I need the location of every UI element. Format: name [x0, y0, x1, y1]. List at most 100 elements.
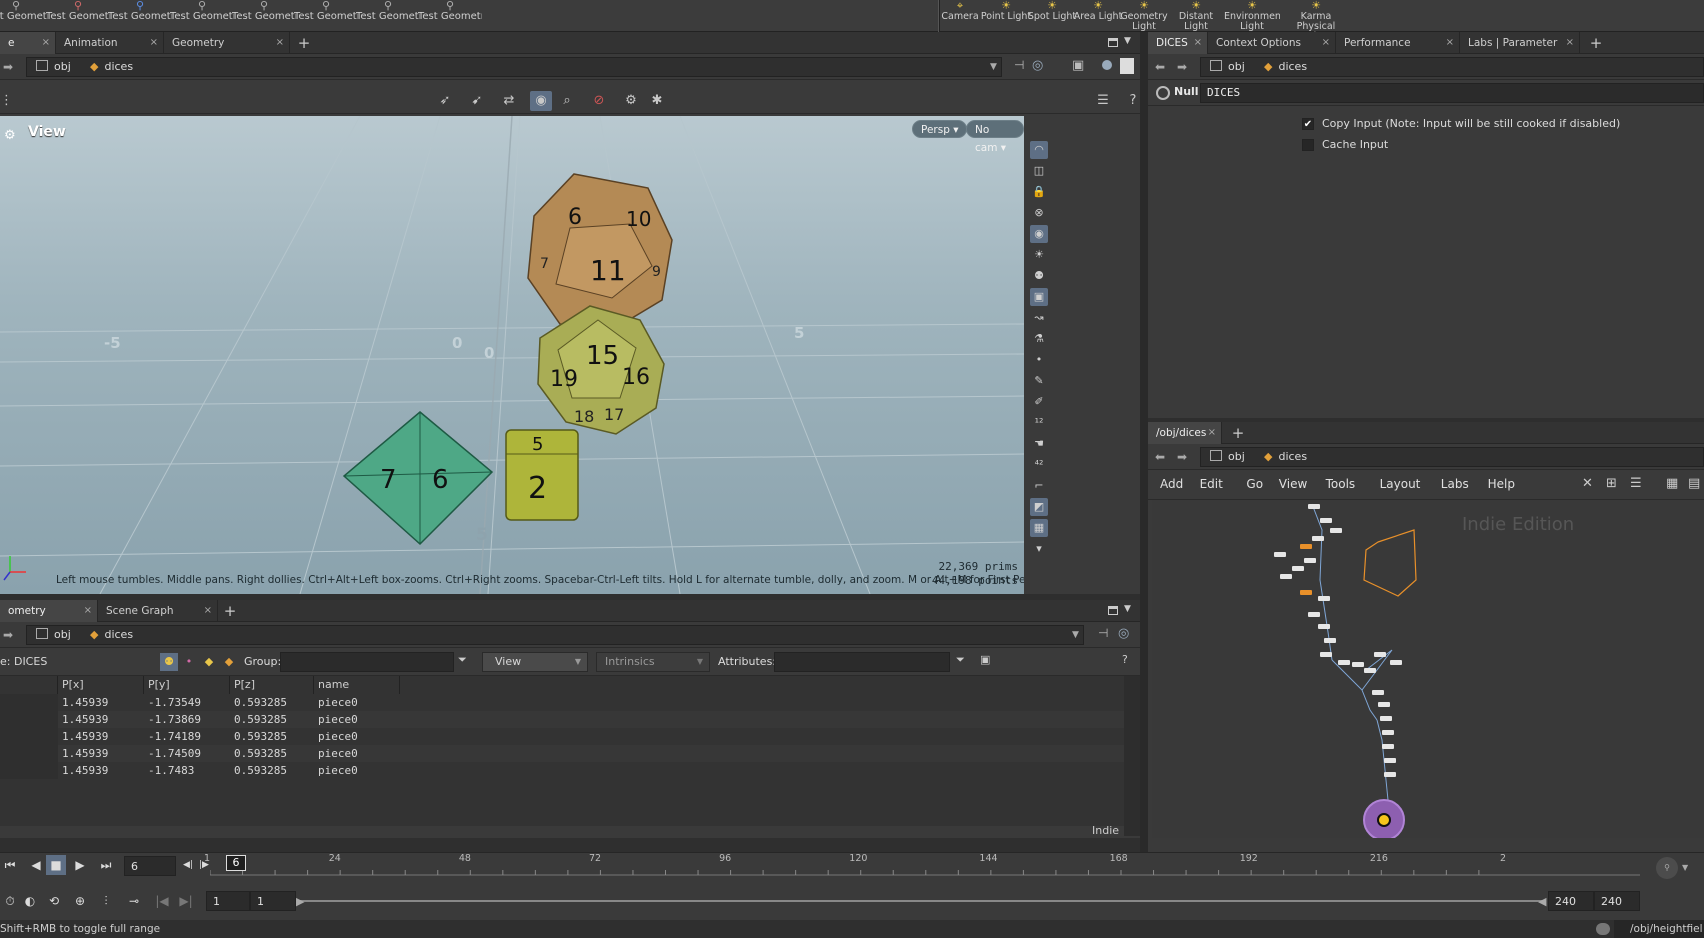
range-end-handle[interactable]: ◀: [1538, 895, 1546, 908]
shelf-light-tool[interactable]: ☀ Distant Light: [1168, 0, 1224, 32]
close-icon[interactable]: ×: [1566, 32, 1574, 54]
grip-icon[interactable]: ⋮: [0, 91, 13, 111]
display-options-icon[interactable]: ▣: [1072, 58, 1084, 73]
add-tab-icon[interactable]: +: [1588, 32, 1604, 54]
wireframe-icon[interactable]: ◠: [1030, 141, 1048, 159]
spreadsheet-splitter[interactable]: [0, 838, 1140, 852]
playhead-marker[interactable]: 6: [226, 855, 246, 871]
brush-icon[interactable]: ✐: [1030, 393, 1048, 411]
texture-icon[interactable]: ▦: [1030, 519, 1048, 537]
shelf-tool[interactable]: ⚲Test Geometry: T...: [294, 0, 358, 32]
table-row[interactable]: 1.45939 -1.73549 0.593285 piece0: [0, 694, 1124, 711]
shelf-light-tool[interactable]: ☀Karma Physical Sky: [1288, 0, 1344, 32]
table-row[interactable]: 1.45939 -1.7483 0.593285 piece0: [0, 762, 1124, 779]
points-mode-icon[interactable]: ⚉: [160, 653, 178, 671]
forward-arrow-icon[interactable]: ➡: [1174, 58, 1190, 76]
pin-icon[interactable]: ⊣: [1014, 58, 1024, 72]
maximize-icon[interactable]: [1108, 606, 1118, 615]
guide-icon[interactable]: ↝: [1030, 309, 1048, 327]
close-icon[interactable]: ×: [42, 32, 50, 54]
cloud-icon[interactable]: [1596, 923, 1610, 935]
network-canvas[interactable]: Indie Edition: [1152, 500, 1704, 838]
path-field[interactable]: [26, 57, 1002, 77]
settings-icon[interactable]: ✱: [646, 91, 668, 111]
network-menu-view[interactable]: View: [1279, 477, 1307, 491]
column-header-py[interactable]: P[y]: [144, 676, 230, 694]
tab-geometry-spreadsheet[interactable]: ometry Spreadsheet×: [0, 600, 98, 639]
tree-icon[interactable]: ⊞: [1606, 476, 1617, 491]
persp-menu[interactable]: Persp ▾: [912, 120, 968, 138]
close-icon[interactable]: ×: [204, 600, 212, 622]
move-tool-icon[interactable]: ➹: [466, 91, 488, 111]
next-key-icon[interactable]: ▶|: [176, 891, 196, 911]
tab-scene-graph-layers[interactable]: Scene Graph Layers×: [98, 600, 218, 639]
view-icon[interactable]: ◫: [1030, 162, 1048, 180]
shading-icon[interactable]: ◉: [1030, 225, 1048, 243]
primitives-mode-icon[interactable]: ◆: [200, 653, 218, 671]
table-row[interactable]: 1.45939 -1.73869 0.593285 piece0: [0, 711, 1124, 728]
table-row[interactable]: 1.45939 -1.74189 0.593285 piece0: [0, 728, 1124, 745]
play-reverse-icon[interactable]: ◀: [26, 855, 46, 875]
scene-viewport[interactable]: -5 0 5 0 5 6 10 11 7 9 15 19 16 18 17 7 …: [0, 116, 1024, 594]
close-icon[interactable]: ×: [150, 32, 158, 54]
jump-start-icon[interactable]: ⏮: [0, 855, 20, 875]
column-header-index[interactable]: [0, 676, 58, 694]
row-index-cell[interactable]: [0, 711, 58, 728]
render-icon[interactable]: ▣: [1030, 288, 1048, 306]
forward-arrow-icon[interactable]: ➡: [0, 58, 16, 76]
column-header-px[interactable]: P[x]: [58, 676, 144, 694]
network-menu-go[interactable]: Go: [1246, 477, 1263, 491]
shading-icon[interactable]: [1102, 60, 1112, 70]
help-icon[interactable]: ?: [1122, 91, 1144, 111]
column-header-pz[interactable]: P[z]: [230, 676, 314, 694]
tab-scene-view[interactable]: e View×: [0, 32, 56, 71]
shelf-light-tool[interactable]: ☀ Geometry Light: [1116, 0, 1172, 32]
chevron-down-icon[interactable]: ▼: [990, 62, 997, 72]
end-frame-field[interactable]: 240: [1594, 891, 1640, 911]
shelf-tool[interactable]: ⚲Test Geometry: T...: [356, 0, 420, 32]
keys-icon[interactable]: ⫶: [96, 891, 116, 911]
list-icon[interactable]: ☰: [1630, 476, 1642, 491]
tab-geometry-spreadsheet[interactable]: Geometry Spreadsheet×: [164, 32, 290, 71]
hand-icon[interactable]: ☚: [1030, 435, 1048, 453]
scroll-down-icon[interactable]: ▾: [1030, 540, 1048, 558]
columns-icon[interactable]: ▣: [980, 653, 990, 666]
link-icon[interactable]: ◎: [1118, 626, 1129, 641]
detail-mode-icon[interactable]: ◆: [220, 653, 238, 671]
group-field[interactable]: [280, 652, 454, 672]
add-tab-icon[interactable]: +: [1230, 422, 1246, 444]
intrinsics-dropdown[interactable]: Intrinsics ▼: [596, 652, 710, 672]
network-menu-layout[interactable]: Layout: [1380, 477, 1421, 491]
close-icon[interactable]: ×: [1322, 32, 1330, 54]
obj-crumb[interactable]: obj: [1210, 448, 1245, 466]
transform-icon[interactable]: ⇄: [498, 91, 520, 111]
back-arrow-icon[interactable]: ⬅: [1152, 58, 1168, 76]
camera-view-icon[interactable]: ◉: [530, 91, 552, 111]
table-row[interactable]: 1.45939 -1.74509 0.593285 piece0: [0, 745, 1124, 762]
network-menu-add[interactable]: Add: [1160, 477, 1183, 491]
tab-parameter-diff[interactable]: Labs | Parameter Diff×: [1460, 32, 1580, 71]
number-icon[interactable]: ¹²: [1030, 414, 1048, 432]
prev-key-icon[interactable]: |◀: [152, 891, 172, 911]
range-icon[interactable]: ⊕: [70, 891, 90, 911]
dices-crumb[interactable]: ◆ dices: [90, 626, 133, 644]
vertices-mode-icon[interactable]: •: [180, 653, 198, 671]
add-tab-icon[interactable]: +: [296, 32, 312, 54]
attributes-field[interactable]: [774, 652, 950, 672]
cache-input-checkbox[interactable]: [1302, 139, 1314, 151]
forward-arrow-icon[interactable]: ➡: [0, 626, 16, 644]
tab-obj-dices[interactable]: /obj/dices ×: [1148, 422, 1222, 444]
tab-dices[interactable]: DICES ×: [1148, 32, 1208, 54]
network-menu-labs[interactable]: Labs: [1441, 477, 1469, 491]
tab-context-options[interactable]: Context Options Editor×: [1208, 32, 1336, 71]
close-icon[interactable]: ×: [1194, 32, 1202, 54]
dices-crumb[interactable]: ◆ dices: [1264, 448, 1307, 466]
maximize-icon[interactable]: [1108, 38, 1118, 47]
paint-icon[interactable]: ◩: [1030, 498, 1048, 516]
jump-end-icon[interactable]: ⏭: [96, 855, 116, 875]
node-name-field[interactable]: DICES: [1200, 83, 1704, 103]
pin-icon[interactable]: ⊣: [1098, 626, 1108, 640]
link-icon[interactable]: ◎: [1032, 58, 1043, 73]
close-icon[interactable]: ×: [1208, 422, 1216, 444]
vertical-scrollbar[interactable]: [1124, 676, 1140, 836]
